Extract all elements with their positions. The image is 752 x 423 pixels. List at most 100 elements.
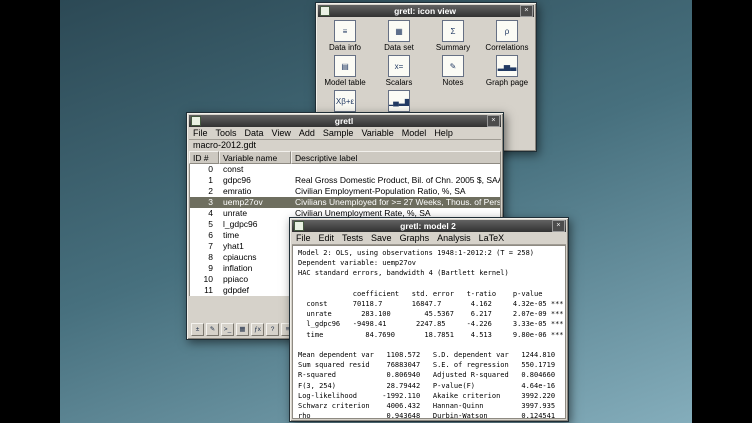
window-title: gretl: model 2 [304, 220, 552, 232]
toolbar-button-console[interactable]: >_ [221, 323, 234, 336]
variable-label: Civilian Employment-Population Ratio, %,… [292, 186, 500, 197]
menu-item[interactable]: LaTeX [475, 232, 509, 244]
variable-label: Real Gross Domestic Product, Bil. of Chn… [292, 175, 500, 186]
variable-list-header: ID # Variable name Descriptive label [189, 151, 501, 164]
variable-name: inflation [220, 263, 292, 274]
session-icon-label: Notes [443, 78, 464, 87]
session-icon-scalars[interactable]: x= Scalars [372, 55, 426, 90]
variable-name: time [220, 230, 292, 241]
session-icon-data-set[interactable]: ▦ Data set [372, 20, 426, 55]
variable-id: 8 [190, 252, 220, 263]
toolbar-button-function-packages[interactable]: ƒx [251, 323, 264, 336]
close-icon[interactable]: × [552, 220, 565, 232]
screenshot-stage: gretl: icon view × ≡ Data info ▦ Data se… [0, 0, 752, 423]
menu-item[interactable]: Add [295, 127, 319, 139]
variable-id: 5 [190, 219, 220, 230]
toolbar-button-session-icon-view[interactable]: ▦ [236, 323, 249, 336]
session-icon-label: Summary [436, 43, 470, 52]
session-icon-graph-page[interactable]: ▂▅▃ Graph page [480, 55, 534, 90]
session-icon-glyph: Xβ+ε [336, 97, 354, 106]
session-icon-glyph: ✎ [450, 62, 457, 71]
session-icon-image: ▁▄▂▆ [388, 90, 410, 112]
variable-name: const [220, 164, 292, 175]
model-titlebar[interactable]: gretl: model 2 × [292, 220, 566, 232]
menu-item[interactable]: Data [241, 127, 268, 139]
menu-item[interactable]: Variable [357, 127, 397, 139]
menu-item[interactable]: View [268, 127, 295, 139]
session-icon-label: Correlations [485, 43, 528, 52]
variable-id: 6 [190, 230, 220, 241]
variable-name: yhat1 [220, 241, 292, 252]
column-header-variable-name[interactable]: Variable name [219, 151, 291, 164]
variable-id: 7 [190, 241, 220, 252]
session-icon-image: Xβ+ε [334, 90, 356, 112]
toolbar-button-command-reference[interactable]: ? [266, 323, 279, 336]
session-icon-glyph: ρ [505, 27, 510, 36]
session-icon-summary[interactable]: Σ Summary [426, 20, 480, 55]
window-title: gretl: icon view [330, 5, 520, 17]
menu-item[interactable]: File [292, 232, 315, 244]
session-icon-model-table[interactable]: ▤ Model table [318, 55, 372, 90]
menu-item[interactable]: Model [398, 127, 431, 139]
session-icon-data-info[interactable]: ≡ Data info [318, 20, 372, 55]
toolbar-button-new-script[interactable]: ✎ [206, 323, 219, 336]
variable-name: gdpc96 [220, 175, 292, 186]
session-icon-notes[interactable]: ✎ Notes [426, 55, 480, 90]
variable-row-emratio[interactable]: 2 emratio Civilian Employment-Population… [190, 186, 500, 197]
session-icon-label: Data info [329, 43, 361, 52]
model-window: gretl: model 2 × FileEditTestsSaveGraphs… [289, 217, 569, 422]
variable-name: l_gdpc96 [220, 219, 292, 230]
variable-name: ppiaco [220, 274, 292, 285]
gretl-window-icon [191, 116, 201, 126]
variable-row-uemp27ov[interactable]: 3 uemp27ov Civilians Unemployed for >= 2… [190, 197, 500, 208]
menu-item[interactable]: File [189, 127, 212, 139]
variable-row-const[interactable]: 0 const [190, 164, 500, 175]
menu-item[interactable]: Tools [212, 127, 241, 139]
variable-label [292, 164, 500, 175]
session-icon-image: ▤ [334, 55, 356, 77]
icon-view-titlebar[interactable]: gretl: icon view × [318, 5, 534, 17]
variable-id: 9 [190, 263, 220, 274]
session-icon-image: ▂▅▃ [496, 55, 518, 77]
session-icon-image: ρ [496, 20, 518, 42]
session-icon-label: Model table [324, 78, 365, 87]
variable-id: 4 [190, 208, 220, 219]
session-icon-glyph: ▤ [341, 62, 349, 71]
menu-item[interactable]: Tests [338, 232, 367, 244]
menu-item[interactable]: Graphs [396, 232, 434, 244]
session-icon-image: Σ [442, 20, 464, 42]
variable-row-gdpc96[interactable]: 1 gdpc96 Real Gross Domestic Product, Bi… [190, 175, 500, 186]
session-icon-image: ≡ [334, 20, 356, 42]
menu-item[interactable]: Analysis [433, 232, 475, 244]
menu-item[interactable]: Sample [319, 127, 358, 139]
letterbox-right [692, 0, 752, 423]
menu-item[interactable]: Edit [315, 232, 339, 244]
main-menubar: FileToolsDataViewAddSampleVariableModelH… [189, 127, 501, 140]
gretl-window-icon [320, 6, 330, 16]
variable-name: unrate [220, 208, 292, 219]
menu-item[interactable]: Help [430, 127, 457, 139]
letterbox-left [0, 0, 60, 423]
variable-id: 3 [190, 197, 220, 208]
variable-id: 2 [190, 186, 220, 197]
gretl-window-icon [294, 221, 304, 231]
toolbar-button-calculator[interactable]: ± [191, 323, 204, 336]
menu-item[interactable]: Save [367, 232, 396, 244]
session-icon-label: Data set [384, 43, 414, 52]
close-icon[interactable]: × [520, 5, 533, 17]
session-icon-image: ▦ [388, 20, 410, 42]
main-titlebar[interactable]: gretl × [189, 115, 501, 127]
session-icon-glyph: x= [395, 62, 404, 71]
column-header-descriptive-label[interactable]: Descriptive label [291, 151, 501, 164]
session-icon-label: Graph page [486, 78, 528, 87]
model-output-text: Model 2: OLS, using observations 1948:1-… [292, 245, 566, 419]
session-icon-correlations[interactable]: ρ Correlations [480, 20, 534, 55]
variable-label: Civilians Unemployed for >= 27 Weeks, Th… [292, 197, 500, 208]
model-menubar: FileEditTestsSaveGraphsAnalysisLaTeX [292, 232, 566, 245]
variable-id: 1 [190, 175, 220, 186]
session-icon-grid: ≡ Data info ▦ Data set Σ Summary ρ Corre… [318, 17, 534, 125]
session-icon-glyph: ▁▄▂▆ [388, 97, 410, 106]
variable-name: gdpdef [220, 285, 292, 296]
column-header-id[interactable]: ID # [189, 151, 219, 164]
close-icon[interactable]: × [487, 115, 500, 127]
